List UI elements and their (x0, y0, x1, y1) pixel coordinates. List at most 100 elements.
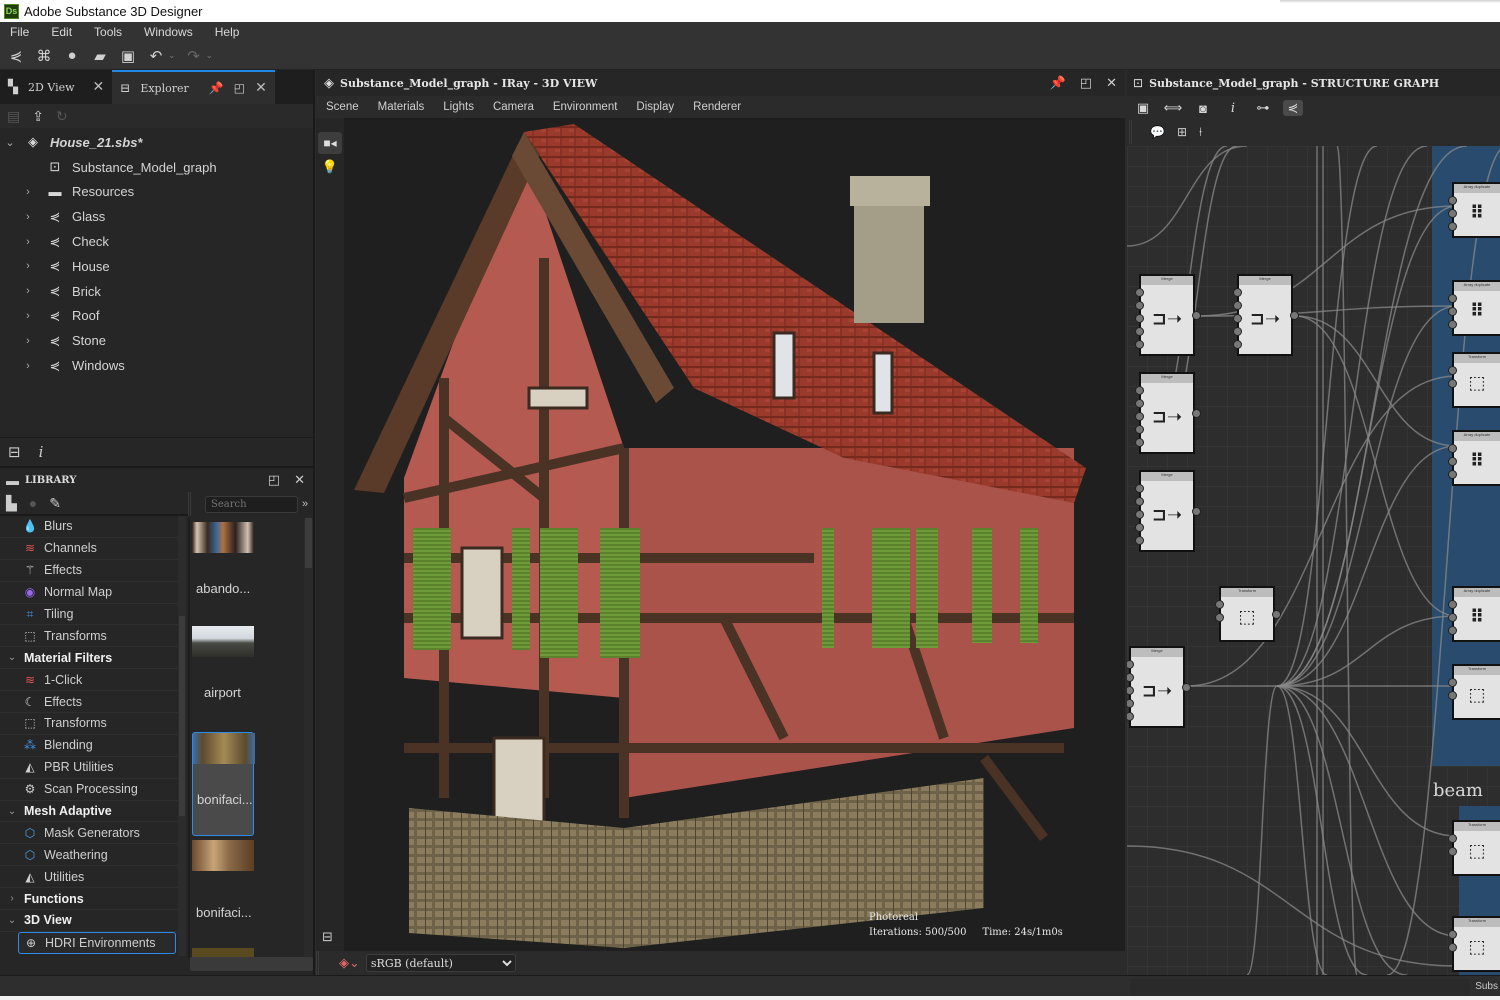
input-port[interactable] (1135, 399, 1144, 408)
expand-more-icon[interactable]: » (302, 498, 308, 510)
library-item[interactable]: ☾ Effects (0, 691, 178, 714)
input-port[interactable] (1215, 613, 1224, 622)
link-nodes-icon[interactable]: ⊶ (1253, 100, 1273, 116)
publish-icon[interactable]: ⇪ (32, 108, 44, 125)
undo-dropdown-icon[interactable]: ⌄ (168, 50, 176, 61)
input-port[interactable] (1135, 314, 1144, 323)
input-port[interactable] (1448, 470, 1457, 479)
input-port[interactable] (1135, 412, 1144, 421)
output-port[interactable] (1182, 683, 1191, 692)
pin-node-icon[interactable]: ⍿ (1199, 125, 1202, 140)
chevron-right-icon[interactable]: › (22, 211, 34, 223)
pin-icon[interactable]: 📌 (209, 81, 224, 95)
tree-item[interactable]: › ⋞ House (0, 254, 313, 279)
edit-pencil-icon[interactable]: ✎ (49, 495, 61, 512)
input-port[interactable] (1135, 425, 1144, 434)
chevron-right-icon[interactable]: › (22, 310, 34, 322)
3d-menu-scene[interactable]: Scene (326, 101, 359, 113)
camera-icon[interactable]: ■◂ (318, 132, 342, 154)
add-folder-icon[interactable]: ▙ (6, 495, 17, 512)
library-bottom-scrollbar[interactable] (190, 957, 313, 971)
output-port[interactable] (1192, 409, 1201, 418)
graph-node-transform[interactable]: Transform ⬚ (1452, 664, 1500, 720)
graph-node-merge[interactable]: Merge ⊐➝ (1139, 470, 1195, 552)
input-port[interactable] (1233, 301, 1242, 310)
input-port[interactable] (1215, 600, 1224, 609)
input-port[interactable] (1135, 438, 1144, 447)
tree-item[interactable]: › ⋞ Glass (0, 204, 313, 229)
chevron-right-icon[interactable]: › (22, 260, 34, 272)
input-port[interactable] (1448, 943, 1457, 952)
float-icon[interactable]: ◰ (1080, 75, 1092, 91)
menu-edit[interactable]: Edit (51, 25, 72, 39)
3d-menu-lights[interactable]: Lights (443, 101, 474, 113)
close-icon[interactable]: ✕ (1106, 75, 1117, 91)
library-item[interactable]: 💧 Blurs (0, 516, 178, 538)
input-port[interactable] (1448, 307, 1457, 316)
chevron-down-icon[interactable]: ⌄ (0, 915, 24, 926)
tree-item[interactable]: › ⋞ Roof (0, 304, 313, 329)
library-item[interactable]: ≋ Channels (0, 538, 178, 560)
thumbnail-grid-scrollbar[interactable] (304, 518, 313, 958)
input-port[interactable] (1448, 222, 1457, 231)
input-port[interactable] (1135, 340, 1144, 349)
library-item[interactable]: ⌗ Tiling (0, 604, 178, 626)
chevron-right-icon[interactable]: › (22, 236, 34, 248)
menu-help[interactable]: Help (215, 25, 240, 39)
input-port[interactable] (1233, 314, 1242, 323)
chevron-right-icon[interactable]: › (22, 186, 34, 198)
float-icon[interactable]: ◰ (268, 472, 280, 488)
graph-node-array[interactable]: Array duplicate ⠿ (1452, 280, 1500, 336)
input-port[interactable] (1135, 497, 1144, 506)
input-port[interactable] (1448, 196, 1457, 205)
tree-root-package[interactable]: ⌄ ◈ House_21.sbs* (0, 130, 313, 155)
layout-nodes-icon[interactable]: ⋞ (1283, 100, 1303, 116)
thumbnail-item[interactable]: abando... (192, 522, 254, 622)
library-item[interactable]: ⬚ Transforms (0, 625, 178, 648)
hierarchy-icon[interactable]: ⊟ (322, 929, 333, 945)
input-port[interactable] (1135, 510, 1144, 519)
graph-node-array[interactable]: Array duplicate ⠿ (1452, 430, 1500, 486)
3d-menu-camera[interactable]: Camera (493, 101, 534, 113)
3d-menu-display[interactable]: Display (636, 101, 674, 113)
library-search-input[interactable] (205, 495, 298, 513)
add-resource-icon[interactable]: ● (29, 495, 37, 511)
undo-icon[interactable]: ↶ (146, 46, 166, 66)
3d-menu-materials[interactable]: Materials (378, 101, 425, 113)
zoom-1to1-icon[interactable]: ⟺ (1163, 100, 1183, 116)
chevron-right-icon[interactable]: › (0, 893, 24, 904)
library-item[interactable]: ⚙ Scan Processing (0, 779, 178, 801)
input-port[interactable] (1448, 626, 1457, 635)
3d-viewport[interactable]: Photoreal Iterations: 500/500 Time: 24s/… (344, 118, 1125, 951)
chevron-right-icon[interactable]: › (22, 285, 34, 297)
input-port[interactable] (1448, 320, 1457, 329)
library-item[interactable]: ⬡ Weathering (0, 844, 178, 867)
input-port[interactable] (1448, 834, 1457, 843)
library-list-scrollbar[interactable] (178, 516, 186, 956)
tree-item[interactable]: › ▬ Resources (0, 180, 313, 205)
chevron-down-icon[interactable]: ⌄ (0, 806, 24, 817)
scrollbar-thumb[interactable] (305, 518, 312, 568)
input-port[interactable] (1448, 457, 1457, 466)
save-all-icon[interactable]: ▣ (118, 46, 138, 66)
input-port[interactable] (1448, 847, 1457, 856)
library-category[interactable]: ⌄ Mesh Adaptive (0, 801, 178, 823)
thumbnail-item[interactable]: bonifaci... (192, 840, 254, 940)
input-port[interactable] (1448, 691, 1457, 700)
input-port[interactable] (1233, 340, 1242, 349)
info-icon[interactable]: i (39, 443, 44, 461)
redo-icon[interactable]: ↷ (184, 46, 204, 66)
input-port[interactable] (1448, 600, 1457, 609)
light-bulb-icon[interactable]: 💡 (318, 156, 342, 178)
graph-node-transform[interactable]: Transform ⬚ (1452, 352, 1500, 408)
chevron-right-icon[interactable]: › (22, 335, 34, 347)
graph-node-merge[interactable]: Merge ⊐➝ (1139, 274, 1195, 356)
input-port[interactable] (1135, 386, 1144, 395)
save-icon[interactable]: ▤ (7, 108, 20, 125)
chevron-down-icon[interactable]: ⌄ (4, 136, 16, 149)
output-port[interactable] (1192, 311, 1201, 320)
graph-node-array[interactable]: Array duplicate ⠿ (1452, 182, 1500, 238)
tab-explorer[interactable]: ⊟ Explorer 📌 ◰ ✕ (112, 70, 276, 104)
menu-file[interactable]: File (10, 25, 29, 39)
input-port[interactable] (1233, 288, 1242, 297)
